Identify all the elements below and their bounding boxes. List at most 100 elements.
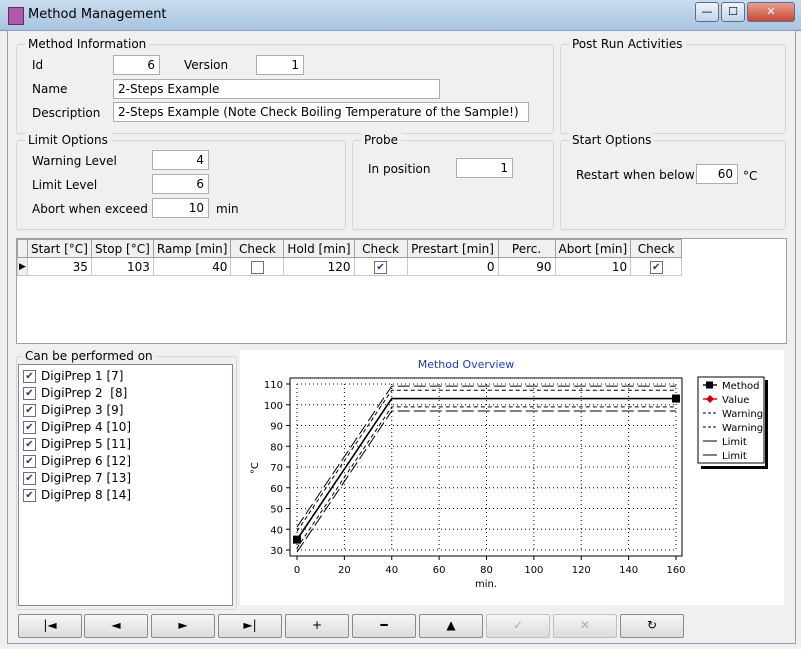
col-abort-check[interactable]: Check bbox=[630, 239, 683, 258]
steps-grid[interactable]: Start [°C] Stop [°C] Ramp [min] Check Ho… bbox=[16, 238, 787, 344]
name-field[interactable]: 2-Steps Example bbox=[113, 79, 440, 99]
prev-record-button[interactable]: ◄ bbox=[84, 614, 148, 638]
title-bar: Method Management — ☐ ✕ bbox=[0, 0, 801, 31]
cell-start[interactable]: 35 bbox=[27, 257, 92, 276]
list-item[interactable]: ✔ DigiPrep 3 [9] bbox=[23, 402, 123, 419]
y-tick-label: 90 bbox=[270, 422, 283, 433]
cell-perc[interactable]: 90 bbox=[497, 257, 556, 276]
device-checkbox[interactable]: ✔ bbox=[23, 387, 36, 400]
device-checkbox[interactable]: ✔ bbox=[23, 438, 36, 451]
abort-field[interactable]: 10 bbox=[152, 198, 209, 218]
x-tick-label: 120 bbox=[572, 565, 591, 576]
next-record-button[interactable]: ► bbox=[151, 614, 215, 638]
legend-entry-label: Limit bbox=[722, 451, 747, 462]
ramp-checkbox[interactable] bbox=[250, 260, 264, 274]
start-options-legend: Start Options bbox=[569, 133, 655, 147]
list-item[interactable]: ✔ DigiPrep 6 [12] bbox=[23, 453, 131, 470]
close-button[interactable]: ✕ bbox=[747, 2, 795, 22]
maximize-button[interactable]: ☐ bbox=[721, 2, 745, 22]
cell-hold[interactable]: 120 bbox=[283, 257, 355, 276]
col-ramp-check[interactable]: Check bbox=[230, 239, 285, 258]
restart-field[interactable]: 60 bbox=[696, 164, 738, 184]
col-ramp[interactable]: Ramp [min] bbox=[152, 239, 232, 258]
device-checkbox[interactable]: ✔ bbox=[23, 404, 36, 417]
list-item[interactable]: ✔ DigiPrep 8 [14] bbox=[23, 487, 131, 504]
warning-level-field[interactable]: 4 bbox=[152, 150, 209, 170]
restart-label: Restart when below bbox=[576, 168, 695, 182]
legend-entry-label: Limit bbox=[722, 437, 747, 448]
in-position-label: In position bbox=[368, 162, 431, 176]
chart-svg: Method Overview 30 40 50 60 70 80 90 100 110 0 20… bbox=[250, 358, 768, 590]
last-record-button[interactable]: ►| bbox=[218, 614, 282, 638]
name-label: Name bbox=[32, 82, 68, 96]
col-prestart[interactable]: Prestart [min] bbox=[406, 239, 499, 258]
limit-level-field[interactable]: 6 bbox=[152, 174, 209, 194]
abort-checkbox[interactable]: ✔ bbox=[649, 260, 663, 274]
legend-entry-label: Method bbox=[722, 381, 760, 392]
list-item[interactable]: ✔ DigiPrep 7 [13] bbox=[23, 470, 131, 487]
minimize-button[interactable]: — bbox=[695, 2, 719, 22]
remove-button[interactable]: ━ bbox=[352, 614, 416, 638]
col-hold[interactable]: Hold [min] bbox=[283, 239, 355, 258]
col-stop[interactable]: Stop [°C] bbox=[90, 239, 154, 258]
list-item[interactable]: ✔ DigiPrep 4 [10] bbox=[23, 419, 131, 436]
version-label: Version bbox=[184, 58, 229, 72]
id-field[interactable]: 6 bbox=[113, 55, 160, 75]
device-checkbox[interactable]: ✔ bbox=[23, 421, 36, 434]
device-checkbox[interactable]: ✔ bbox=[23, 472, 36, 485]
device-checkbox[interactable]: ✔ bbox=[23, 455, 36, 468]
legend-shadow-bottom bbox=[701, 466, 768, 469]
list-item[interactable]: ✔ DigiPrep 5 [11] bbox=[23, 436, 131, 453]
x-tick-label: 140 bbox=[619, 565, 638, 576]
list-item-label: DigiPrep 1 [7] bbox=[41, 369, 124, 383]
move-up-button[interactable]: ▲ bbox=[419, 614, 483, 638]
col-perc[interactable]: Perc. bbox=[497, 239, 556, 258]
hold-checkbox[interactable]: ✔ bbox=[374, 260, 388, 274]
limit-level-label: Limit Level bbox=[32, 178, 98, 192]
probe-legend: Probe bbox=[361, 133, 402, 147]
warning-level-label: Warning Level bbox=[32, 154, 117, 168]
y-tick-label: 110 bbox=[264, 380, 283, 391]
x-tick-label: 20 bbox=[338, 565, 351, 576]
refresh-button[interactable]: ↻ bbox=[620, 614, 684, 638]
version-field[interactable]: 1 bbox=[256, 55, 304, 75]
legend-entry-label: Value bbox=[722, 395, 749, 406]
cell-ramp[interactable]: 40 bbox=[152, 257, 232, 276]
row-indicator-icon: ▶ bbox=[17, 257, 28, 276]
x-axis-label: min. bbox=[475, 579, 497, 590]
y-tick-label: 30 bbox=[270, 546, 283, 557]
limit-options-legend: Limit Options bbox=[25, 133, 111, 147]
confirm-button[interactable]: ✓ bbox=[486, 614, 550, 638]
cancel-button[interactable]: ✕ bbox=[553, 614, 617, 638]
cell-hold-check: ✔ bbox=[353, 257, 408, 276]
probe-group bbox=[352, 140, 554, 230]
app-icon bbox=[8, 7, 24, 25]
list-item-label: DigiPrep 8 [14] bbox=[41, 488, 132, 502]
x-tick-label: 40 bbox=[385, 565, 398, 576]
post-run-legend: Post Run Activities bbox=[569, 37, 686, 51]
add-button[interactable]: + bbox=[285, 614, 349, 638]
cell-prestart[interactable]: 0 bbox=[406, 257, 499, 276]
in-position-field[interactable]: 1 bbox=[456, 158, 513, 178]
cell-abort[interactable]: 10 bbox=[554, 257, 632, 276]
y-tick-label: 50 bbox=[270, 505, 283, 516]
list-item-label: DigiPrep 7 [13] bbox=[41, 471, 132, 485]
col-start[interactable]: Start [°C] bbox=[27, 239, 92, 258]
table-row[interactable]: ▶ 35 103 40 120 ✔ 0 90 10 ✔ bbox=[17, 257, 683, 276]
first-record-button[interactable]: |◄ bbox=[18, 614, 82, 638]
method-info-legend: Method Information bbox=[25, 37, 150, 51]
col-hold-check[interactable]: Check bbox=[353, 239, 408, 258]
method-point-marker bbox=[672, 394, 680, 403]
cell-stop[interactable]: 103 bbox=[90, 257, 154, 276]
device-checkbox[interactable]: ✔ bbox=[23, 489, 36, 502]
chart-legend: Method Value Warning Warning Limit Limit bbox=[697, 376, 768, 469]
y-tick-label: 70 bbox=[270, 463, 283, 474]
start-options-group bbox=[560, 140, 786, 230]
list-item-label: DigiPrep 6 [12] bbox=[41, 454, 132, 468]
device-list[interactable]: ✔ DigiPrep 1 [7] ✔ DigiPrep 2 [8] ✔ DigiPre… bbox=[18, 364, 233, 606]
col-abort[interactable]: Abort [min] bbox=[554, 239, 632, 258]
list-item[interactable]: ✔ DigiPrep 2 [8] bbox=[23, 385, 127, 402]
device-checkbox[interactable]: ✔ bbox=[23, 370, 36, 383]
description-field[interactable]: 2-Steps Example (Note Check Boiling Temp… bbox=[113, 102, 529, 122]
list-item[interactable]: ✔ DigiPrep 1 [7] bbox=[23, 368, 123, 385]
